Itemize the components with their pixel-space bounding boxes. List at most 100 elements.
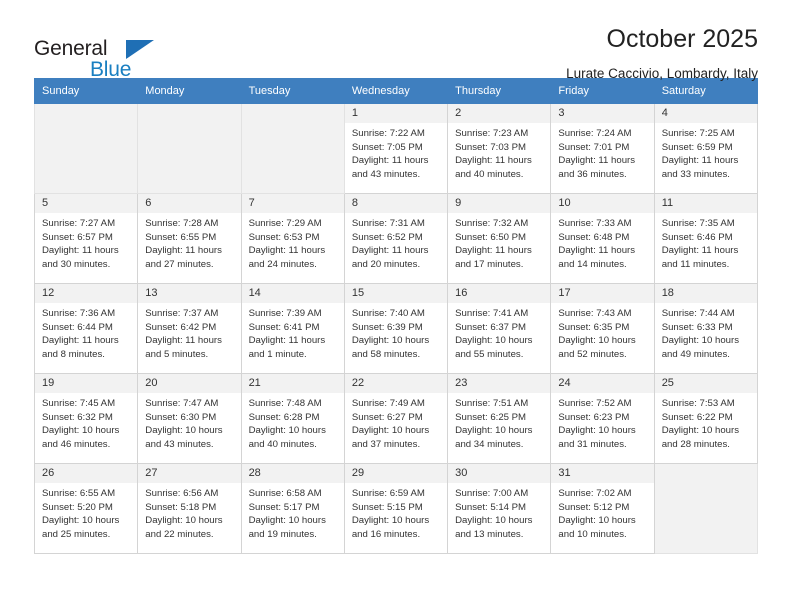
sunrise-text: Sunrise: 7:02 AM (558, 488, 632, 500)
daylight-text-line1: Daylight: 10 hours (145, 425, 223, 437)
calendar-day-cell[interactable]: 18 Sunrise: 7:44 AM Sunset: 6:33 PM Dayligh… (653, 283, 759, 374)
calendar-cell-empty (240, 103, 345, 194)
daylight-text-line1: Daylight: 10 hours (455, 515, 533, 527)
calendar-week-row: 26 Sunrise: 6:55 AM Sunset: 5:20 PM Dayligh… (33, 463, 759, 554)
sunset-text: Sunset: 6:33 PM (661, 321, 733, 333)
calendar-day-cell[interactable]: 3 Sunrise: 7:24 AM Sunset: 7:01 PM Daylight… (550, 103, 655, 194)
day-details: Sunrise: 7:35 AM Sunset: 6:46 PM Daylight:… (655, 213, 757, 271)
calendar-day-cell[interactable]: 15 Sunrise: 7:40 AM Sunset: 6:39 PM Dayligh… (343, 283, 449, 374)
calendar-day-cell[interactable]: 14 Sunrise: 7:39 AM Sunset: 6:41 PM Dayligh… (240, 283, 345, 374)
calendar-body: 1 Sunrise: 7:22 AM Sunset: 7:05 PM Daylight… (33, 103, 759, 554)
weekday-header-monday: Monday (137, 78, 242, 104)
sunrise-text: Sunrise: 7:00 AM (455, 488, 529, 500)
sunset-text: Sunset: 6:55 PM (145, 231, 217, 243)
sunset-text: Sunset: 6:46 PM (661, 231, 733, 243)
calendar-day-cell[interactable]: 28 Sunrise: 6:58 AM Sunset: 5:17 PM Dayligh… (240, 463, 345, 554)
daylight-text-line1: Daylight: 10 hours (558, 335, 636, 347)
day-number: 26 (35, 464, 138, 484)
calendar-day-cell[interactable]: 5 Sunrise: 7:27 AM Sunset: 6:57 PM Daylight… (33, 193, 139, 284)
daylight-text-line1: Daylight: 10 hours (351, 425, 430, 437)
daylight-text-line2: and 11 minutes. (661, 258, 730, 270)
daylight-text-line2: and 22 minutes. (145, 528, 214, 540)
day-details: Sunrise: 6:55 AM Sunset: 5:20 PM Daylight:… (35, 483, 137, 541)
calendar-day-cell[interactable]: 8 Sunrise: 7:31 AM Sunset: 6:52 PM Daylight… (343, 193, 449, 284)
daylight-text-line2: and 10 minutes. (558, 528, 627, 540)
day-number: 7 (241, 194, 344, 214)
sunset-text: Sunset: 6:41 PM (248, 321, 320, 333)
calendar-day-cell[interactable]: 30 Sunrise: 7:00 AM Sunset: 5:14 PM Dayligh… (447, 463, 552, 554)
sunset-text: Sunset: 7:05 PM (351, 141, 423, 153)
calendar-cell-empty (653, 463, 759, 554)
daylight-text-line1: Daylight: 11 hours (145, 245, 222, 257)
day-details: Sunrise: 7:53 AM Sunset: 6:22 PM Daylight:… (655, 393, 757, 451)
calendar-day-cell[interactable]: 10 Sunrise: 7:33 AM Sunset: 6:48 PM Dayligh… (550, 193, 655, 284)
calendar-day-cell[interactable]: 4 Sunrise: 7:25 AM Sunset: 6:59 PM Daylight… (653, 103, 759, 194)
day-number: 28 (241, 464, 344, 484)
calendar-day-cell[interactable]: 27 Sunrise: 6:56 AM Sunset: 5:18 PM Dayligh… (137, 463, 242, 554)
calendar-day-cell[interactable]: 1 Sunrise: 7:22 AM Sunset: 7:05 PM Daylight… (343, 103, 449, 194)
calendar-day-cell[interactable]: 29 Sunrise: 6:59 AM Sunset: 5:15 PM Dayligh… (343, 463, 449, 554)
calendar-page: General Blue October 2025 Lurate Caccivi… (0, 0, 792, 612)
sunrise-text: Sunrise: 7:48 AM (248, 398, 322, 410)
sunrise-text: Sunrise: 7:37 AM (145, 308, 219, 320)
daylight-text-line2: and 19 minutes. (248, 528, 317, 540)
sunset-text: Sunset: 6:59 PM (661, 141, 733, 153)
calendar-day-cell[interactable]: 6 Sunrise: 7:28 AM Sunset: 6:55 PM Daylight… (137, 193, 242, 284)
weekday-header-friday: Friday (550, 78, 655, 104)
sunset-text: Sunset: 6:37 PM (455, 321, 527, 333)
calendar-day-cell[interactable]: 23 Sunrise: 7:51 AM Sunset: 6:25 PM Dayligh… (447, 373, 552, 464)
calendar-day-cell[interactable]: 31 Sunrise: 7:02 AM Sunset: 5:12 PM Dayligh… (550, 463, 655, 554)
sunrise-text: Sunrise: 7:51 AM (455, 398, 529, 410)
day-details: Sunrise: 7:23 AM Sunset: 7:03 PM Daylight:… (448, 123, 550, 181)
daylight-text-line2: and 34 minutes. (455, 438, 524, 450)
calendar-day-cell[interactable]: 9 Sunrise: 7:32 AM Sunset: 6:50 PM Daylight… (447, 193, 552, 284)
calendar-day-cell[interactable]: 11 Sunrise: 7:35 AM Sunset: 6:46 PM Dayligh… (653, 193, 759, 284)
daylight-text-line1: Daylight: 10 hours (558, 515, 636, 527)
calendar-day-cell[interactable]: 26 Sunrise: 6:55 AM Sunset: 5:20 PM Dayligh… (33, 463, 139, 554)
calendar-day-cell[interactable]: 12 Sunrise: 7:36 AM Sunset: 6:44 PM Dayligh… (33, 283, 139, 374)
daylight-text-line1: Daylight: 11 hours (42, 335, 119, 347)
sunset-text: Sunset: 7:01 PM (558, 141, 630, 153)
sunset-text: Sunset: 6:39 PM (351, 321, 423, 333)
calendar-day-cell[interactable]: 2 Sunrise: 7:23 AM Sunset: 7:03 PM Daylight… (447, 103, 552, 194)
calendar-day-cell[interactable]: 13 Sunrise: 7:37 AM Sunset: 6:42 PM Dayligh… (137, 283, 242, 374)
general-blue-logo: General Blue (34, 26, 214, 82)
calendar-week-row: 19 Sunrise: 7:45 AM Sunset: 6:32 PM Dayligh… (33, 373, 759, 464)
daylight-text-line2: and 31 minutes. (558, 438, 627, 450)
sunrise-text: Sunrise: 7:24 AM (558, 128, 632, 140)
weekday-header-sunday: Sunday (33, 78, 139, 104)
daylight-text-line2: and 5 minutes. (145, 348, 209, 360)
calendar-week-row: 1 Sunrise: 7:22 AM Sunset: 7:05 PM Daylight… (33, 103, 759, 194)
sunset-text: Sunset: 6:23 PM (558, 411, 630, 423)
calendar-day-cell[interactable]: 21 Sunrise: 7:48 AM Sunset: 6:28 PM Dayligh… (240, 373, 345, 464)
day-number: 30 (448, 464, 551, 484)
day-details: Sunrise: 7:43 AM Sunset: 6:35 PM Daylight:… (551, 303, 653, 361)
logo-text-blue: Blue (90, 58, 132, 81)
calendar-day-cell[interactable]: 20 Sunrise: 7:47 AM Sunset: 6:30 PM Dayligh… (137, 373, 242, 464)
calendar-day-cell[interactable]: 7 Sunrise: 7:29 AM Sunset: 6:53 PM Daylight… (240, 193, 345, 284)
daylight-text-line1: Daylight: 11 hours (248, 335, 326, 347)
sunrise-text: Sunrise: 7:44 AM (661, 308, 735, 320)
sunset-text: Sunset: 5:20 PM (42, 501, 113, 513)
day-details: Sunrise: 7:32 AM Sunset: 6:50 PM Daylight:… (448, 213, 550, 271)
sunrise-sunset-calendar: Sunday Monday Tuesday Wednesday Thursday Frid… (33, 78, 759, 554)
calendar-day-cell[interactable]: 24 Sunrise: 7:52 AM Sunset: 6:23 PM Dayligh… (550, 373, 655, 464)
sunrise-text: Sunrise: 7:39 AM (248, 308, 322, 320)
day-details: Sunrise: 7:52 AM Sunset: 6:23 PM Daylight:… (551, 393, 653, 451)
calendar-day-cell[interactable]: 19 Sunrise: 7:45 AM Sunset: 6:32 PM Dayligh… (33, 373, 139, 464)
calendar-day-cell[interactable]: 17 Sunrise: 7:43 AM Sunset: 6:35 PM Dayligh… (550, 283, 655, 374)
sunset-text: Sunset: 6:42 PM (145, 321, 217, 333)
daylight-text-line1: Daylight: 11 hours (661, 245, 739, 257)
daylight-text-line2: and 13 minutes. (455, 528, 524, 540)
calendar-day-cell[interactable]: 16 Sunrise: 7:41 AM Sunset: 6:37 PM Dayligh… (447, 283, 552, 374)
day-number: 21 (241, 374, 344, 394)
daylight-text-line2: and 49 minutes. (661, 348, 730, 360)
calendar-day-cell[interactable]: 25 Sunrise: 7:53 AM Sunset: 6:22 PM Dayligh… (653, 373, 759, 464)
day-details: Sunrise: 7:47 AM Sunset: 6:30 PM Daylight:… (138, 393, 240, 451)
daylight-text-line1: Daylight: 11 hours (455, 155, 532, 167)
weekday-header-thursday: Thursday (447, 78, 552, 104)
daylight-text-line2: and 27 minutes. (145, 258, 214, 270)
calendar-day-cell[interactable]: 22 Sunrise: 7:49 AM Sunset: 6:27 PM Dayligh… (343, 373, 449, 464)
day-number: 17 (551, 284, 654, 304)
daylight-text-line2: and 40 minutes. (248, 438, 317, 450)
